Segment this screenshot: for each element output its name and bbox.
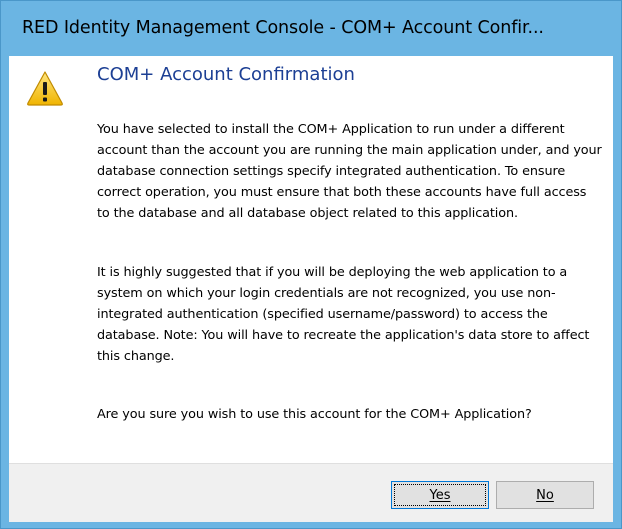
- button-bar: Yes No: [9, 463, 613, 522]
- message-paragraph-1: You have selected to install the COM+ Ap…: [97, 122, 602, 221]
- dialog-window: RED Identity Management Console - COM+ A…: [0, 0, 622, 529]
- warning-icon: [27, 71, 63, 106]
- message-paragraph-2: It is highly suggested that if you will …: [97, 265, 590, 364]
- yes-button[interactable]: Yes: [391, 481, 489, 509]
- no-button-label: No: [536, 487, 554, 503]
- dialog-heading: COM+ Account Confirmation: [97, 64, 355, 85]
- dialog-content: COM+ Account Confirmation You have selec…: [9, 56, 613, 522]
- message-paragraph-3: Are you sure you wish to use this accoun…: [97, 407, 532, 422]
- title-bar[interactable]: RED Identity Management Console - COM+ A…: [1, 1, 621, 56]
- focus-rectangle: [394, 484, 486, 506]
- window-title: RED Identity Management Console - COM+ A…: [22, 18, 544, 38]
- no-button[interactable]: No: [496, 481, 594, 509]
